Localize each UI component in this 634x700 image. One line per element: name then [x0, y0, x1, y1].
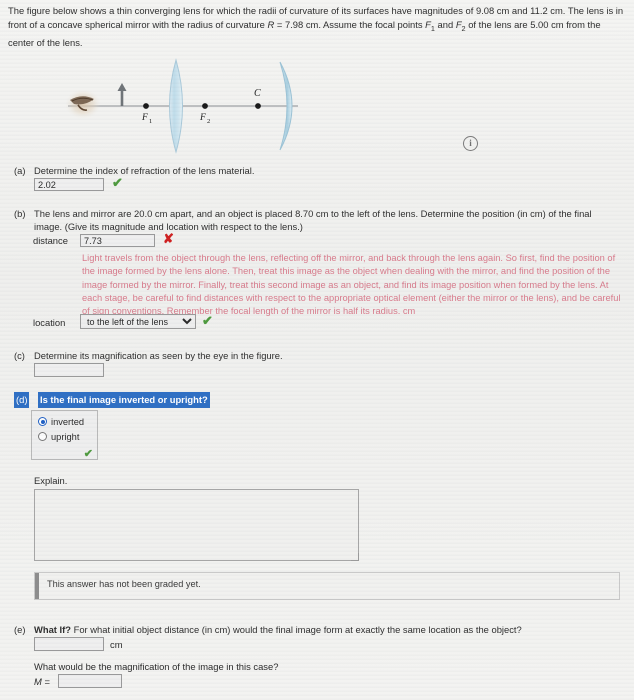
part-b-distance-label: distance	[33, 235, 68, 246]
intro-line-2b: = 7.98 cm. Assume the focal points	[274, 19, 426, 30]
part-e-whatif-label: What If?	[34, 624, 71, 635]
part-e-label: (e)	[14, 624, 26, 635]
focal-point-1-dot	[143, 103, 149, 109]
part-b-label: (b)	[14, 208, 26, 219]
part-b-hint-text: Light travels from the object through th…	[82, 253, 621, 317]
focal-point-2-label: F	[199, 113, 206, 123]
part-e-prompt-line: What If? For what initial object distanc…	[34, 623, 522, 637]
part-e-answer-input[interactable]	[34, 637, 104, 651]
part-c-label: (c)	[14, 350, 25, 361]
part-d-correct-icon: ✔	[83, 448, 93, 460]
grading-status-text: This answer has not been graded yet.	[47, 579, 201, 589]
part-c-answer-input[interactable]	[34, 363, 104, 377]
eye-icon	[65, 89, 101, 119]
focal-point-2-dot	[202, 103, 208, 109]
part-d-explain-label: Explain.	[34, 475, 68, 486]
part-b-distance-input[interactable]	[80, 234, 155, 247]
part-a-answer-input[interactable]	[34, 178, 104, 191]
part-a-correct-icon: ✔	[112, 175, 123, 190]
focal-point-1-label-sub: 1	[149, 118, 152, 125]
part-b-prompt-line-1: The lens and mirror are 20.0 cm apart, a…	[34, 208, 592, 219]
intro-line-2d: of the lens are 5.00	[465, 19, 549, 30]
focal-point-2-label-sub: 2	[207, 118, 210, 125]
object-arrow	[117, 83, 127, 106]
part-e-prompt-2: What would be the magnification of the i…	[34, 661, 279, 672]
part-b-incorrect-icon: ✘	[163, 231, 174, 246]
part-a-prompt: Determine the index of refraction of the…	[34, 165, 255, 176]
part-d-explain-textarea[interactable]	[34, 489, 359, 561]
part-d-prompt: Is the final image inverted or upright?	[38, 392, 210, 408]
part-b-location-correct-icon: ✔	[202, 313, 213, 328]
intro-line-2c: and	[434, 19, 456, 30]
part-c-prompt: Determine its magnification as seen by t…	[34, 350, 283, 361]
optics-figure: F 1 F 2 C i	[8, 52, 628, 160]
part-b-location-select[interactable]: to the left of the lens	[80, 314, 196, 329]
part-a-label: (a)	[14, 165, 26, 176]
center-of-curvature-dot	[255, 103, 261, 109]
problem-statement: The figure below shows a thin converging…	[8, 4, 628, 50]
part-d-option-upright[interactable]: upright	[32, 429, 97, 444]
part-e-magnification-label: M =	[34, 676, 50, 687]
grading-status-accent-bar	[35, 573, 39, 599]
radio-inverted-icon[interactable]	[38, 417, 47, 426]
grading-status-box: This answer has not been graded yet.	[34, 572, 620, 600]
part-d-option-inverted[interactable]: inverted	[32, 414, 97, 429]
part-e-magnification-input[interactable]	[58, 674, 122, 688]
homework-page: The figure below shows a thin converging…	[0, 0, 634, 700]
part-d-radio-group[interactable]: inverted upright ✔	[31, 410, 98, 460]
center-of-curvature-label: C	[254, 88, 261, 99]
textarea-resize-handle[interactable]	[351, 553, 359, 561]
converging-lens	[169, 58, 183, 154]
focal-point-1-label: F	[141, 113, 148, 123]
part-b-location-label: location	[33, 317, 66, 328]
optics-figure-svg: F 1 F 2 C	[65, 58, 298, 154]
part-d-option-upright-label: upright	[51, 431, 80, 442]
radio-upright-icon[interactable]	[38, 432, 47, 441]
figure-info-icon[interactable]: i	[463, 136, 478, 151]
part-d-option-inverted-label: inverted	[51, 416, 85, 427]
intro-line-1: The figure below shows a thin converging…	[8, 5, 584, 16]
part-d-label: (d)	[14, 392, 30, 408]
part-e-unit-label: cm	[110, 639, 123, 650]
part-e-prompt: For what initial object distance (in cm)…	[70, 624, 522, 635]
